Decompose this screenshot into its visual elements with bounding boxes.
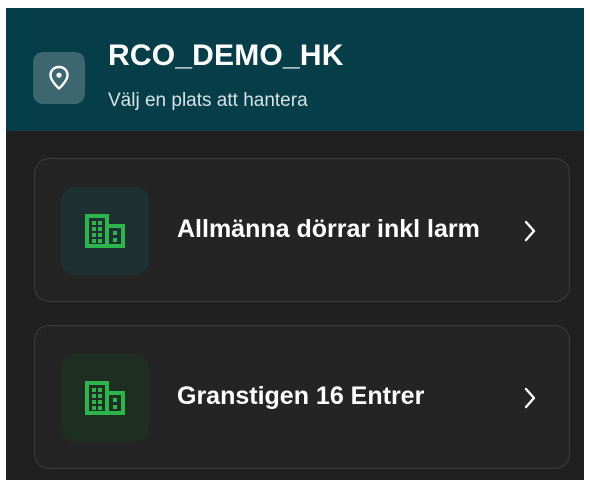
location-label: Granstigen 16 Entrer	[177, 382, 425, 410]
location-pin-icon	[33, 52, 85, 104]
app-screen: RCO_DEMO_HK Välj en plats att hantera Al…	[6, 8, 584, 480]
chevron-right-icon	[519, 219, 541, 243]
location-card-granstigen-16[interactable]: Granstigen 16 Entrer	[34, 325, 570, 469]
location-label: Allmänna dörrar inkl larm	[177, 215, 480, 243]
location-card-allmanna-dorrar[interactable]: Allmänna dörrar inkl larm	[34, 158, 570, 302]
chevron-right-icon	[519, 386, 541, 410]
page-title: RCO_DEMO_HK	[108, 39, 344, 72]
building-icon	[61, 187, 149, 275]
header: RCO_DEMO_HK Välj en plats att hantera	[6, 8, 584, 131]
page-subtitle: Välj en plats att hantera	[108, 90, 308, 111]
building-icon	[61, 354, 149, 442]
